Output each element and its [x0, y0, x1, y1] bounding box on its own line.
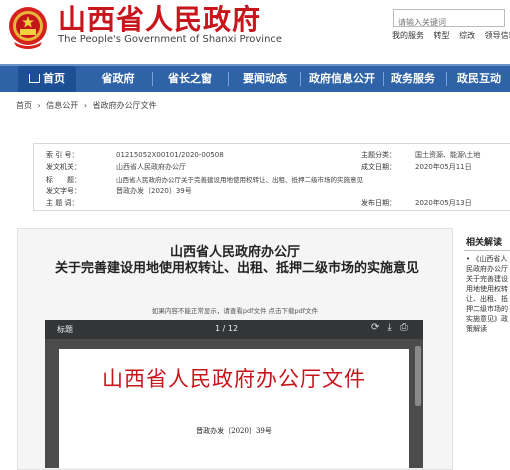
nav-item-interaction[interactable]: 政民互动 [450, 66, 508, 92]
related-interpretation-title: 相关解读 [466, 238, 503, 248]
pdf-toolbar: 标题 1 / 12 ⟳ ⤓ ⎙ [45, 320, 423, 339]
meta-row-publish-date: 发布日期： 2020年05月13日 [361, 199, 472, 207]
breadcrumb-home[interactable]: 首页 [16, 101, 32, 110]
top-link-my-services[interactable]: 我的服务 [392, 31, 424, 40]
meta-row-index: 索 引 号： 01215052X00101/2020-00508 [46, 151, 224, 159]
document-title: 关于完善建设用地使用权转让、出租、抵押二级市场的实施意见 [54, 261, 419, 276]
top-link-mailbox[interactable]: 领导信箱 [485, 31, 510, 40]
nav-divider [228, 72, 229, 86]
pdf-file-name: 标题 [57, 325, 73, 334]
breadcrumb-office-documents[interactable]: 省政府办公厅文件 [93, 101, 157, 110]
nav-item-province-gov[interactable]: 省政府 [92, 66, 144, 92]
nav-item-gov-services[interactable]: 政务服务 [385, 66, 441, 92]
meta-row-category: 主题分类： 国土资源、能源\土地 [361, 151, 481, 159]
breadcrumb: 首页 › 信息公开 › 省政府办公厅文件 [16, 100, 160, 111]
nav-divider [300, 72, 301, 86]
main-nav: 首页 省政府 省长之窗 要闻动态 政府信息公开 政务服务 政民互动 [0, 64, 510, 92]
site-header: 山西省人民政府 The People's Government of Shanx… [0, 0, 510, 60]
related-item-label: 《山西省人民政府办公厅关于完善建设用地使用权转让、出租、抵押二级市场的实施意见》… [466, 255, 508, 333]
download-icon[interactable]: ⤓ [387, 322, 391, 333]
top-link-transformation[interactable]: 转型 [434, 31, 450, 40]
related-divider [464, 250, 510, 251]
pdf-doc-number: 晋政办发〔2020〕39号 [196, 427, 272, 435]
pdf-viewer[interactable]: 标题 1 / 12 ⟳ ⤓ ⎙ 山西省人民政府办公厅文件 晋政办发〔2020〕39号 [45, 320, 423, 468]
nav-item-home[interactable]: 首页 [18, 66, 76, 92]
search-input[interactable] [394, 15, 494, 30]
nav-item-info-disclosure[interactable]: 政府信息公开 [303, 66, 381, 92]
site-title[interactable]: 山西省人民政府 [58, 3, 261, 37]
pdf-download-link[interactable]: 如果内容不能正常显示，请查看pdf文件 点击下载pdf文件 [18, 305, 452, 315]
top-links: 我的服务 转型 综改 领导信箱 [392, 30, 510, 41]
pdf-scrollbar[interactable] [415, 346, 421, 406]
meta-row-keywords: 主 题 词： [46, 199, 79, 207]
meta-row-issuer: 发文机关： 山西省人民政府办公厅 [46, 163, 186, 171]
meta-row-written-date: 成文日期： 2020年05月11日 [361, 163, 472, 171]
top-link-reform[interactable]: 综改 [459, 31, 475, 40]
breadcrumb-separator: › [37, 101, 41, 110]
site-subtitle: The People's Government of Shanxi Provin… [58, 34, 283, 45]
nav-item-governor-window[interactable]: 省长之窗 [160, 66, 220, 92]
search-box [393, 9, 505, 30]
related-item-link[interactable]: • 《山西省人民政府办公厅关于完善建设用地使用权转让、出租、抵押二级市场的实施意… [466, 254, 510, 334]
rotate-icon[interactable]: ⟳ [371, 322, 379, 333]
national-emblem-icon [9, 7, 47, 49]
pdf-page: 山西省人民政府办公厅文件 晋政办发〔2020〕39号 [59, 349, 409, 468]
breadcrumb-info-disclosure[interactable]: 信息公开 [46, 101, 78, 110]
pdf-page-heading: 山西省人民政府办公厅文件 [102, 367, 366, 391]
breadcrumb-separator: › [83, 101, 88, 110]
nav-divider [152, 72, 153, 86]
document-metadata: 索 引 号： 01215052X00101/2020-00508 发文机关： 山西省… [33, 143, 510, 211]
pdf-page-indicator: 1 / 12 [215, 324, 239, 333]
nav-item-label: 首页 [43, 72, 65, 85]
pdf-actions: ⟳ ⤓ ⎙ [363, 322, 408, 333]
home-icon [29, 74, 40, 83]
meta-row-doc-number: 发文字号： 晋政办发〔2020〕39号 [46, 187, 192, 195]
nav-divider [446, 72, 447, 86]
print-icon[interactable]: ⎙ [400, 322, 408, 333]
document-content: 山西省人民政府办公厅 关于完善建设用地使用权转让、出租、抵押二级市场的实施意见 … [17, 228, 453, 470]
document-issuer-heading: 山西省人民政府办公厅 [169, 245, 300, 260]
nav-item-news[interactable]: 要闻动态 [234, 66, 296, 92]
nav-divider [383, 72, 384, 86]
meta-row-title: 标 题： 山西省人民政府办公厅关于完善建设用地使用权转让、出租、抵押二级市场的实施… [46, 176, 363, 184]
